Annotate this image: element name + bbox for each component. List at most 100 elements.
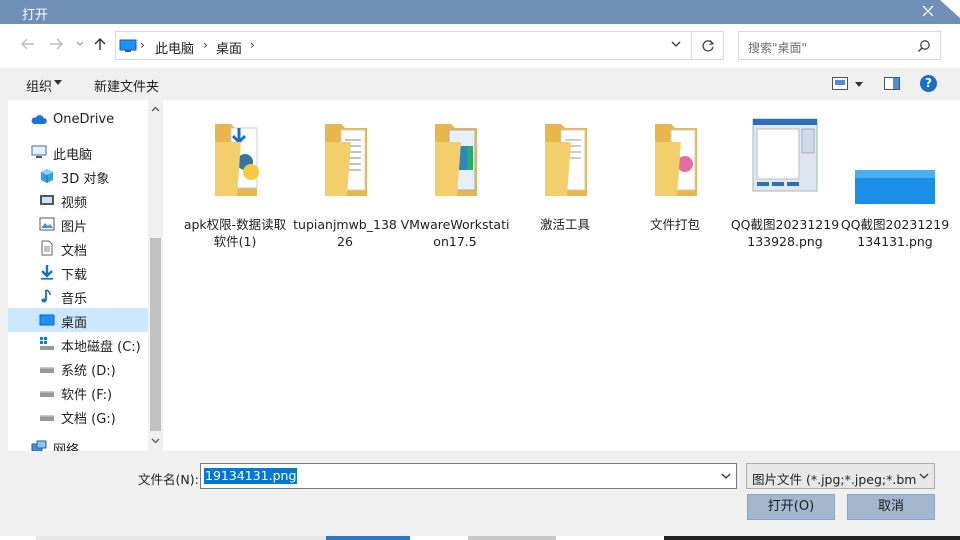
folder-python-icon	[215, 124, 259, 196]
sidebar-item-onedrive[interactable]: OneDrive	[8, 108, 148, 132]
sidebar-item-label: 文档	[61, 244, 88, 259]
file-item-apk[interactable]: apk权限-数据读取软件(1)	[180, 112, 290, 272]
forward-button[interactable]	[46, 34, 66, 54]
sidebar-item-label: OneDrive	[53, 112, 115, 127]
organize-button[interactable]: 组织	[26, 76, 52, 95]
up-button[interactable]	[90, 34, 110, 54]
sidebar-scrollbar[interactable]	[148, 100, 163, 451]
drive-icon	[40, 391, 54, 397]
taskbar-segment	[326, 536, 410, 540]
sidebar-item-pictures[interactable]: 图片	[8, 212, 148, 236]
file-name: VMwareWorkstation17.5	[400, 217, 510, 249]
window-corner	[940, 0, 960, 18]
file-name: 文件打包	[649, 217, 700, 232]
sidebar-item-this-pc[interactable]: 此电脑	[8, 140, 148, 164]
file-item-activation-tools[interactable]: 激活工具	[510, 112, 620, 272]
file-name-input[interactable]: 19134131.png	[200, 463, 737, 489]
sidebar-item-3d-objects[interactable]: 3D 对象	[8, 164, 148, 188]
sidebar-item-label: 本地磁盘 (C:)	[61, 340, 141, 355]
refresh-button[interactable]	[692, 31, 724, 60]
file-type-value: 图片文件 (*.jpg;*.jpeg;*.bmp;*	[752, 472, 917, 487]
sidebar-item-music[interactable]: 音乐	[8, 284, 148, 308]
breadcrumb-separator: ›	[140, 38, 145, 52]
navigation-pane: OneDrive 此电脑 3D 对象 视频 图片 文档 下载 音乐 桌面 本地磁…	[8, 100, 163, 451]
forward-arrow-icon	[50, 38, 63, 50]
file-name-label: 文件名(N):	[138, 472, 199, 487]
sidebar-item-label: 下载	[61, 268, 88, 283]
sidebar-item-videos[interactable]: 视频	[8, 188, 148, 212]
taskbar-segment	[664, 536, 960, 540]
sidebar-item-drive-f[interactable]: 软件 (F:)	[8, 380, 148, 404]
back-arrow-icon	[21, 38, 34, 50]
up-arrow-icon	[94, 38, 106, 50]
drive-icon	[40, 367, 54, 373]
navigation-bar: › 此电脑 › 桌面 › 搜索"桌面"	[0, 24, 960, 68]
file-item-packaging[interactable]: 文件打包	[620, 112, 730, 272]
scrollbar-thumb[interactable]	[150, 238, 161, 431]
file-name-value: 19134131.png	[204, 468, 298, 484]
folder-pink-icon	[655, 124, 697, 196]
sidebar-item-drive-g[interactable]: 文档 (G:)	[8, 404, 148, 428]
image-thumbnail-icon	[752, 118, 818, 192]
taskbar-segment	[36, 536, 326, 540]
file-item-tupianjmwb[interactable]: tupianjmwb_13826	[290, 112, 400, 272]
breadcrumb-separator: ›	[203, 38, 208, 52]
picture-icon	[39, 217, 55, 231]
music-icon	[41, 289, 51, 303]
sidebar-item-drive-d[interactable]: 系统 (D:)	[8, 356, 148, 380]
file-name: 激活工具	[539, 217, 590, 232]
help-button[interactable]: ?	[920, 75, 937, 92]
sidebar-item-label: 3D 对象	[61, 172, 110, 187]
sidebar-item-documents[interactable]: 文档	[8, 236, 148, 260]
file-item-qq-screenshot-1[interactable]: QQ截图20231219133928.png	[730, 112, 840, 272]
preview-pane-icon[interactable]	[884, 77, 900, 90]
open-button[interactable]: 打开(O)	[747, 494, 835, 520]
file-name: QQ截图20231219133928.png	[730, 217, 840, 249]
sidebar-item-network[interactable]: 网络	[8, 435, 148, 451]
scroll-down-icon[interactable]	[151, 438, 160, 444]
sidebar-item-label: 网络	[53, 443, 80, 451]
file-item-qq-screenshot-2[interactable]: QQ截图20231219134131.png	[840, 112, 950, 272]
image-thumbnail-icon	[855, 170, 935, 204]
video-icon	[40, 195, 54, 205]
search-box[interactable]: 搜索"桌面"	[738, 31, 941, 60]
close-icon[interactable]	[920, 3, 936, 19]
window-title: 打开	[22, 8, 49, 23]
file-type-select[interactable]: 图片文件 (*.jpg;*.jpeg;*.bmp;*	[746, 463, 935, 489]
document-icon	[41, 240, 53, 256]
address-bar[interactable]: › 此电脑 › 桌面 ›	[115, 31, 692, 60]
search-icon	[917, 40, 930, 53]
file-name: QQ截图20231219134131.png	[840, 217, 950, 249]
command-bar: 组织 新建文件夹 ?	[0, 68, 960, 100]
breadcrumb-desktop[interactable]: 桌面	[216, 38, 242, 57]
drive-c-icon	[40, 337, 54, 350]
back-button[interactable]	[18, 34, 38, 54]
download-icon	[41, 265, 53, 280]
sidebar-item-label: 文档 (G:)	[61, 412, 116, 427]
file-item-vmware[interactable]: VMwareWorkstation17.5	[400, 112, 510, 272]
network-icon	[31, 440, 47, 451]
view-options-icon[interactable]	[832, 77, 848, 90]
scroll-up-icon[interactable]	[151, 106, 160, 112]
sidebar-item-drive-c[interactable]: 本地磁盘 (C:)	[8, 332, 148, 356]
cloud-icon	[31, 115, 47, 124]
sidebar-item-desktop[interactable]: 桌面	[8, 308, 148, 332]
recent-dropdown[interactable]	[70, 34, 90, 54]
desktop-icon	[39, 314, 55, 326]
chevron-down-icon[interactable]	[671, 40, 681, 48]
computer-icon	[31, 145, 47, 158]
sidebar-item-downloads[interactable]: 下载	[8, 260, 148, 284]
file-name: apk权限-数据读取软件(1)	[183, 217, 287, 249]
view-menu-caret-icon[interactable]	[855, 82, 863, 87]
cancel-button[interactable]: 取消	[847, 494, 935, 520]
cube-icon	[41, 169, 53, 183]
breadcrumb-this-pc[interactable]: 此电脑	[155, 38, 194, 57]
drive-icon	[40, 415, 54, 421]
sidebar-item-label: 软件 (F:)	[61, 388, 113, 403]
folder-document-icon	[325, 124, 367, 196]
new-folder-button[interactable]: 新建文件夹	[94, 76, 159, 95]
refresh-icon	[701, 39, 714, 52]
folder-winrar-icon	[435, 124, 477, 196]
chevron-down-icon[interactable]	[721, 472, 731, 480]
sidebar-item-label: 音乐	[61, 292, 88, 307]
